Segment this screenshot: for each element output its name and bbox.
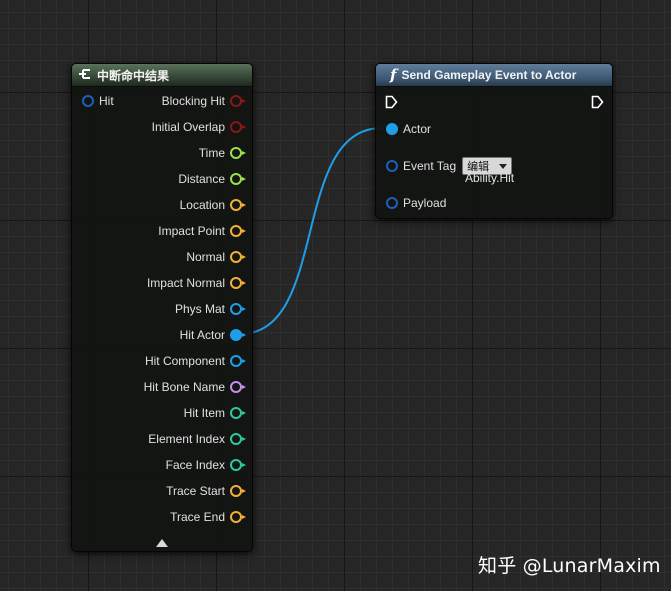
actor-input-pin-row[interactable]: Actor — [386, 120, 431, 138]
output-pin-row[interactable]: Hit Item — [183, 404, 246, 422]
payload-input-label: Payload — [403, 196, 447, 210]
output-pin-label: Distance — [178, 172, 225, 186]
send-node-title: Send Gameplay Event to Actor — [401, 68, 577, 82]
send-node-header[interactable]: f Send Gameplay Event to Actor — [376, 64, 612, 87]
break-node-title: 中断命中结果 — [97, 68, 170, 83]
output-pin-icon[interactable] — [230, 329, 246, 341]
output-pin-icon[interactable] — [230, 303, 246, 315]
output-pin-icon[interactable] — [230, 251, 246, 263]
exec-in-pin-icon[interactable] — [385, 95, 398, 114]
output-pin-row[interactable]: Trace End — [170, 508, 246, 526]
output-pin-icon[interactable] — [230, 147, 246, 159]
chevron-down-icon — [499, 163, 508, 169]
struct-pin-icon[interactable] — [82, 95, 94, 107]
object-pin-icon[interactable] — [386, 123, 398, 135]
output-pin-row[interactable]: Trace Start — [166, 482, 246, 500]
output-pin-icon[interactable] — [230, 199, 246, 211]
output-pin-row[interactable]: Time — [198, 144, 246, 162]
function-icon: f — [390, 66, 397, 84]
output-pin-label: Impact Point — [158, 224, 225, 238]
output-pin-row[interactable]: Impact Point — [158, 222, 246, 240]
output-pin-row[interactable]: Element Index — [148, 430, 246, 448]
output-pin-icon[interactable] — [230, 225, 246, 237]
output-pin-row[interactable]: Hit Actor — [179, 326, 246, 344]
output-pin-row[interactable]: Hit Component — [144, 352, 246, 370]
output-pin-label: Time — [198, 146, 225, 160]
watermark: 知乎 @LunarMaxim — [478, 555, 661, 577]
output-pin-label: Phys Mat — [174, 302, 225, 316]
output-pin-row[interactable]: Blocking Hit — [161, 92, 246, 110]
output-pin-label: Location — [179, 198, 225, 212]
output-pin-row[interactable]: Location — [179, 196, 246, 214]
output-pin-row[interactable]: Phys Mat — [174, 300, 246, 318]
output-pin-row[interactable]: Hit Bone Name — [143, 378, 246, 396]
break-node-header[interactable]: 中断命中结果 — [72, 64, 252, 87]
struct-pin-icon[interactable] — [386, 197, 398, 209]
output-pin-label: Normal — [186, 250, 225, 264]
event-tag-label: Event Tag — [403, 159, 457, 173]
output-pin-icon[interactable] — [230, 95, 246, 107]
break-struct-icon — [78, 68, 92, 83]
output-pin-label: Hit Bone Name — [143, 380, 225, 394]
break-hit-result-node[interactable]: 中断命中结果 Hit Blocking Hit Initial Overlap Ti… — [71, 63, 253, 552]
hit-input-label: Hit — [99, 94, 114, 108]
output-pin-icon[interactable] — [230, 511, 246, 523]
output-pin-row[interactable]: Normal — [186, 248, 246, 266]
actor-input-label: Actor — [403, 122, 432, 136]
hit-input-pin-row[interactable]: Hit — [82, 92, 114, 110]
output-pin-row[interactable]: Face Index — [165, 456, 246, 474]
output-pin-row[interactable]: Distance — [178, 170, 246, 188]
output-pin-label: Initial Overlap — [151, 120, 225, 134]
output-pin-icon[interactable] — [230, 121, 246, 133]
output-pin-label: Hit Item — [183, 406, 225, 420]
output-pin-label: Element Index — [148, 432, 225, 446]
output-pin-row[interactable]: Initial Overlap — [151, 118, 246, 136]
output-pin-label: Blocking Hit — [161, 94, 225, 108]
hit-actor-to-actor-wire — [239, 127, 383, 335]
event-tag-value: Ability.Hit — [465, 171, 515, 185]
output-pin-label: Trace Start — [166, 484, 225, 498]
output-pin-icon[interactable] — [230, 459, 246, 471]
struct-pin-icon[interactable] — [386, 160, 398, 172]
output-pin-label: Trace End — [170, 510, 225, 524]
output-pin-row[interactable]: Impact Normal — [146, 274, 246, 292]
output-pin-label: Face Index — [165, 458, 225, 472]
output-pin-icon[interactable] — [230, 407, 246, 419]
exec-out-pin-icon[interactable] — [591, 95, 604, 114]
output-pin-label: Impact Normal — [146, 276, 225, 290]
output-pin-label: Hit Component — [144, 354, 225, 368]
expand-arrow-icon[interactable] — [156, 539, 168, 547]
output-pin-icon[interactable] — [230, 485, 246, 497]
output-pin-icon[interactable] — [230, 355, 246, 367]
output-pin-icon[interactable] — [230, 277, 246, 289]
payload-input-pin-row[interactable]: Payload — [386, 194, 446, 212]
output-pin-icon[interactable] — [230, 173, 246, 185]
send-gameplay-event-node[interactable]: f Send Gameplay Event to Actor Actor Eve… — [375, 63, 613, 219]
output-pin-icon[interactable] — [230, 381, 246, 393]
output-pin-label: Hit Actor — [179, 328, 225, 342]
output-pin-icon[interactable] — [230, 433, 246, 445]
